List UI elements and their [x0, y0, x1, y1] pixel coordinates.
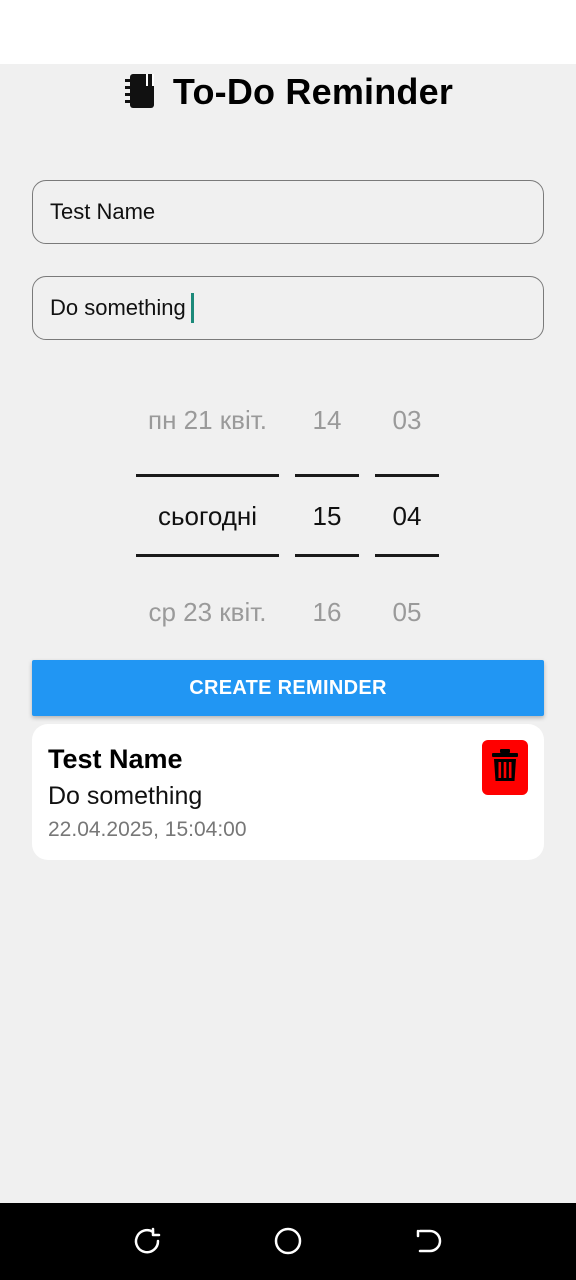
hour-option-prev[interactable]: 14 [295, 372, 359, 468]
picker-divider-bottom [295, 554, 359, 557]
page-title: To-Do Reminder [172, 71, 454, 112]
minute-option-next[interactable]: 05 [375, 564, 439, 660]
hour-picker-column[interactable]: 14 15 16 [295, 372, 359, 660]
delete-reminder-button[interactable] [482, 740, 528, 795]
reminder-title: Test Name [48, 744, 183, 774]
reminder-description: Do something [48, 782, 203, 810]
hour-option-selected[interactable]: 15 [295, 468, 359, 564]
back-icon[interactable] [412, 1225, 444, 1257]
date-option-next[interactable]: ср 23 квіт. [136, 564, 279, 660]
system-navigation-bar [0, 1203, 576, 1280]
picker-divider-top [295, 474, 359, 477]
recent-apps-icon[interactable] [131, 1225, 163, 1257]
picker-divider-top [375, 474, 439, 477]
minute-picker-column[interactable]: 03 04 05 [375, 372, 439, 660]
hour-option-next[interactable]: 16 [295, 564, 359, 660]
picker-divider-bottom [136, 554, 279, 557]
reminder-description-input[interactable]: Do something [32, 276, 544, 340]
date-option-selected[interactable]: сьогодні [136, 468, 279, 564]
date-picker-column[interactable]: пн 21 квіт. сьогодні ср 23 квіт. [136, 372, 279, 660]
notebook-icon [123, 72, 157, 112]
reminder-card: Test Name Do something 22.04.2025, 15:04… [32, 724, 544, 860]
picker-divider-top [136, 474, 279, 477]
home-icon[interactable] [272, 1225, 304, 1257]
minute-option-prev[interactable]: 03 [375, 372, 439, 468]
picker-divider-bottom [375, 554, 439, 557]
reminder-name-input[interactable]: Test Name [32, 180, 544, 244]
status-bar [0, 0, 576, 64]
trash-icon [491, 748, 519, 787]
date-option-prev[interactable]: пн 21 квіт. [136, 372, 279, 468]
app-header: To-Do Reminder [0, 64, 576, 120]
text-cursor [190, 293, 194, 323]
create-reminder-button[interactable]: CREATE REMINDER [32, 660, 544, 716]
reminder-datetime: 22.04.2025, 15:04:00 [48, 818, 247, 841]
minute-option-selected[interactable]: 04 [375, 468, 439, 564]
reminder-name-value: Test Name [50, 199, 156, 224]
reminder-description-value: Do something [50, 295, 186, 320]
